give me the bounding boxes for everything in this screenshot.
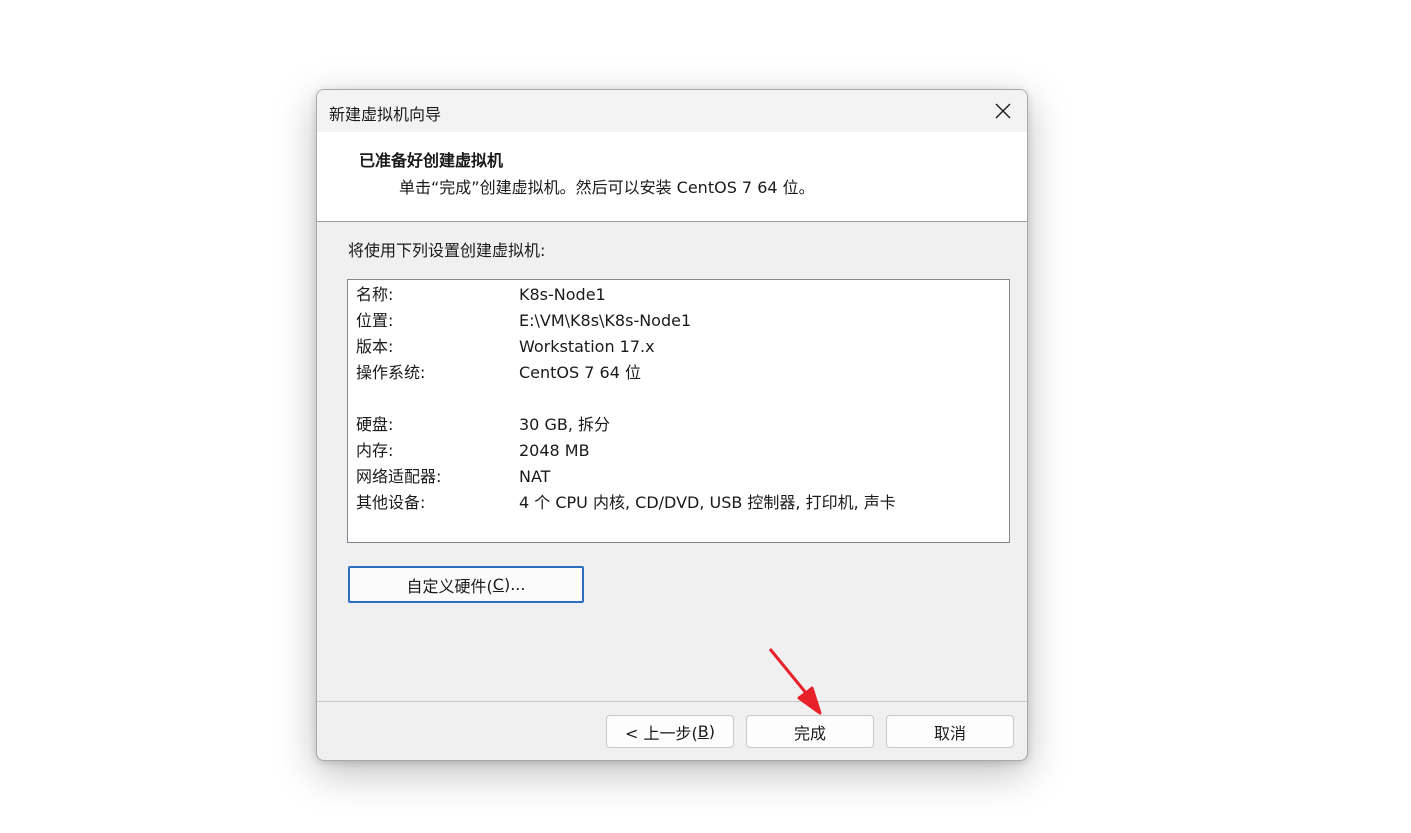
cancel-label: 取消: [933, 723, 966, 743]
summary-value: NAT: [519, 467, 551, 486]
title-bar: 新建虚拟机向导: [317, 90, 1027, 132]
summary-key: 网络适配器:: [356, 467, 442, 486]
summary-key: 位置:: [356, 311, 394, 330]
summary-value: 4 个 CPU 内核, CD/DVD, USB 控制器, 打印机, 声卡: [519, 493, 896, 512]
close-button[interactable]: [979, 90, 1027, 132]
summary-value: 30 GB, 拆分: [519, 415, 610, 434]
summary-key: 硬盘:: [356, 415, 394, 434]
summary-key: 名称:: [356, 285, 394, 304]
button-label-suffix: )...: [503, 575, 526, 594]
summary-key: 版本:: [356, 337, 394, 356]
button-label-suffix: ): [708, 722, 715, 741]
button-label-prefix: 自定义硬件(: [406, 576, 493, 596]
customize-hardware-button[interactable]: 自定义硬件(C)...: [348, 566, 584, 603]
header-title: 已准备好创建虚拟机: [359, 151, 504, 170]
settings-intro: 将使用下列设置创建虚拟机:: [348, 241, 546, 260]
close-icon: [995, 103, 1011, 119]
mnemonic-key: B: [697, 722, 709, 741]
summary-value: Workstation 17.x: [519, 337, 655, 356]
back-button[interactable]: < 上一步(B): [606, 715, 734, 748]
finish-button[interactable]: 完成: [746, 715, 874, 748]
mnemonic-key: C: [492, 575, 504, 594]
summary-key: 内存:: [356, 441, 394, 460]
summary-value: K8s-Node1: [519, 285, 606, 304]
annotation-arrow-icon: [768, 648, 822, 715]
footer-divider: [317, 701, 1027, 702]
settings-summary-box: 名称: K8s-Node1 位置: E:\VM\K8s\K8s-Node1 版本…: [347, 279, 1010, 543]
wizard-header: 已准备好创建虚拟机 单击“完成”创建虚拟机。然后可以安装 CentOS 7 64…: [317, 132, 1027, 222]
summary-value: 2048 MB: [519, 441, 590, 460]
header-subtitle: 单击“完成”创建虚拟机。然后可以安装 CentOS 7 64 位。: [399, 178, 815, 197]
cancel-button[interactable]: 取消: [886, 715, 1014, 748]
button-label-prefix: < 上一步(: [625, 723, 698, 743]
summary-key: 操作系统:: [356, 363, 426, 382]
new-vm-wizard-dialog: 新建虚拟机向导 已准备好创建虚拟机 单击“完成”创建虚拟机。然后可以安装 Cen…: [316, 89, 1028, 761]
summary-value: CentOS 7 64 位: [519, 363, 641, 382]
window-title: 新建虚拟机向导: [329, 105, 442, 124]
finish-label: 完成: [793, 723, 826, 743]
summary-value: E:\VM\K8s\K8s-Node1: [519, 311, 692, 330]
summary-key: 其他设备:: [356, 493, 426, 512]
